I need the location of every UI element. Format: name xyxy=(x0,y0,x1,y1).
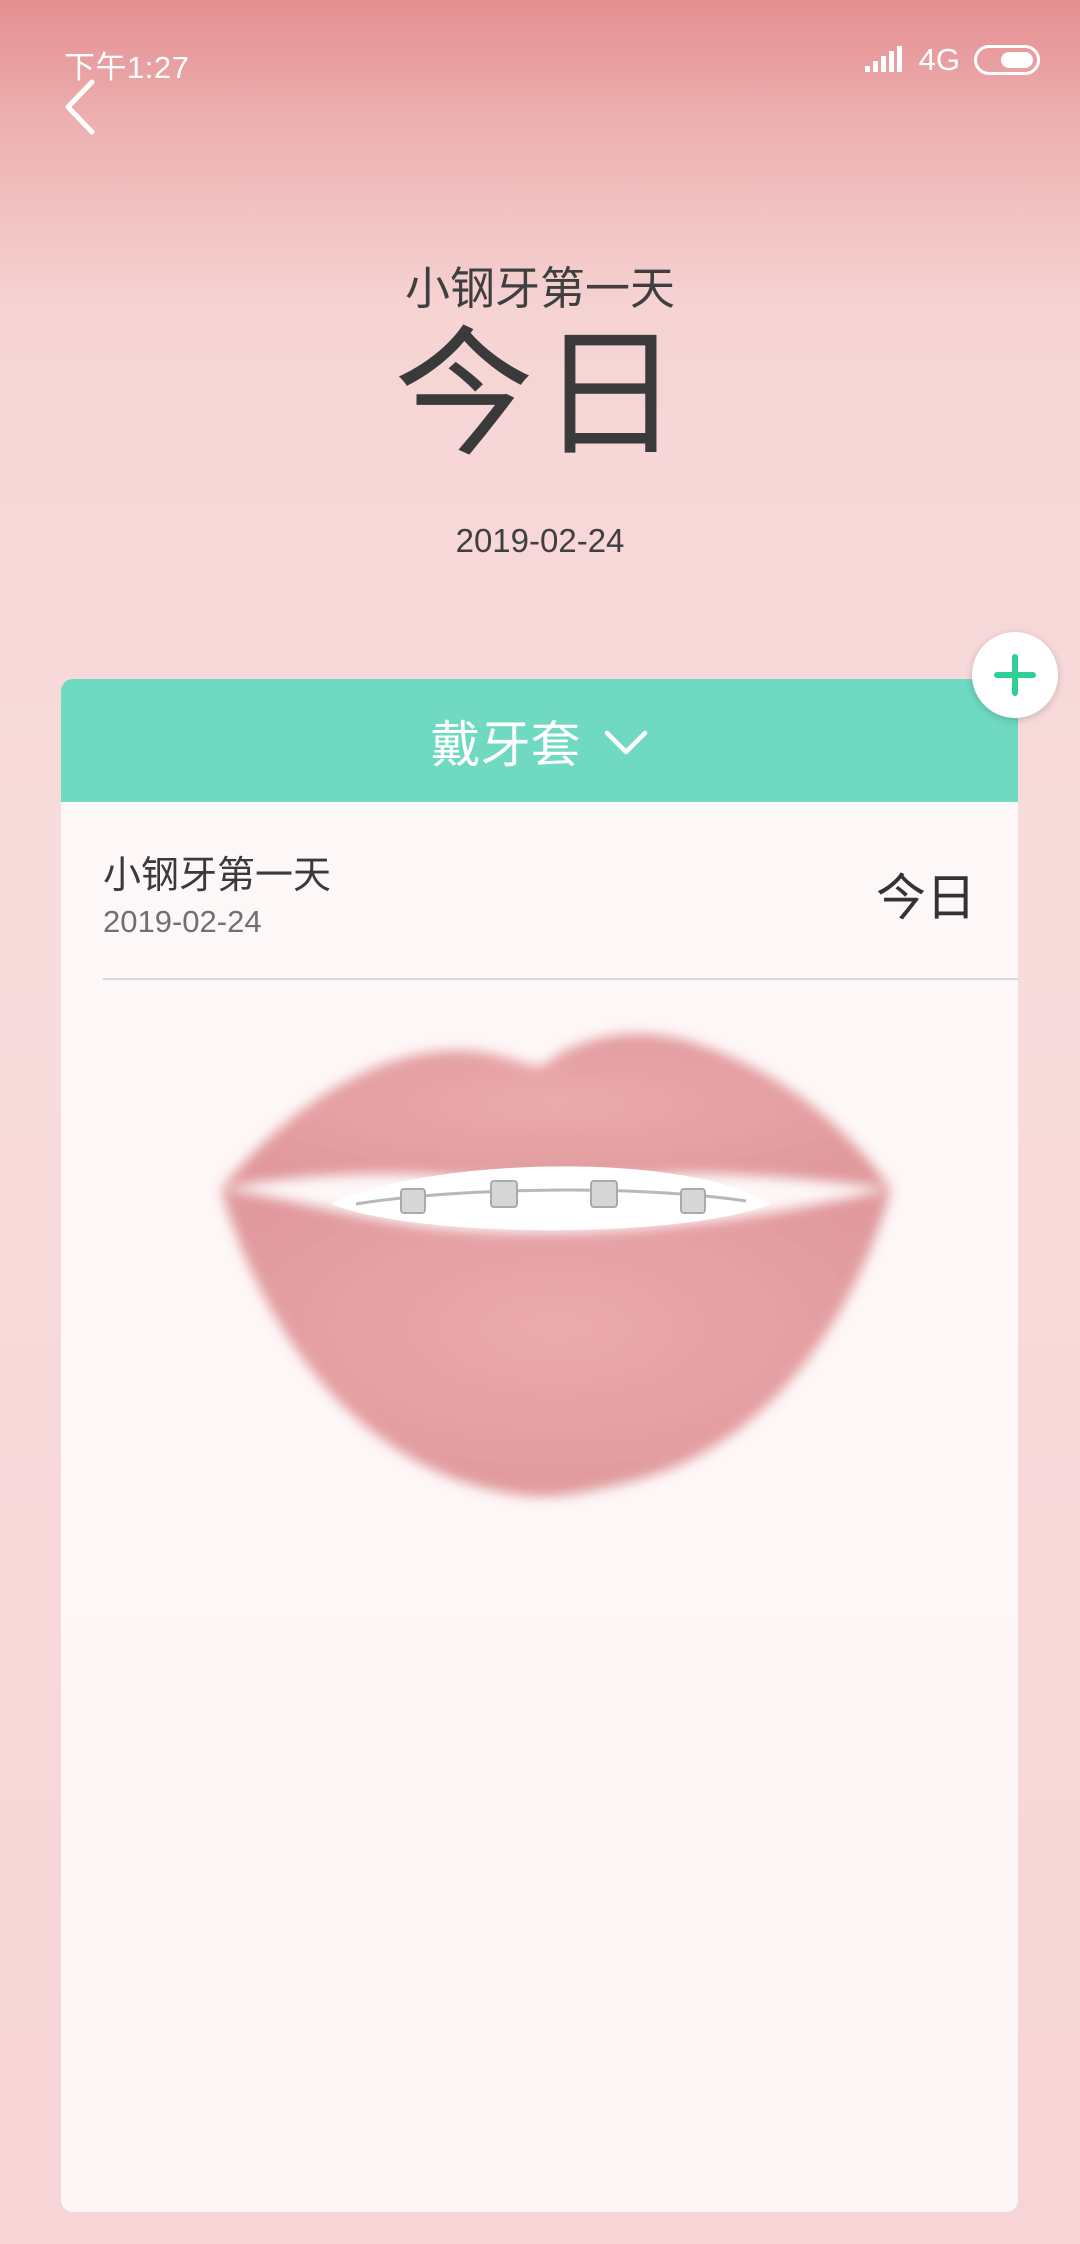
event-card: 戴牙套 小钢牙第一天 2019-02-24 今日 xyxy=(61,679,1018,2212)
event-date: 2019-02-24 xyxy=(455,522,625,559)
category-label: 戴牙套 xyxy=(430,716,581,773)
list-item[interactable]: 小钢牙第一天 2019-02-24 今日 xyxy=(103,802,1018,980)
category-dropdown[interactable]: 戴牙套 xyxy=(61,679,1018,802)
network-label: 4G xyxy=(918,42,960,77)
add-button[interactable] xyxy=(972,632,1058,718)
status-bar: 下午1:27 4G xyxy=(64,38,1042,88)
signal-icon xyxy=(864,46,905,74)
lips-braces-image xyxy=(221,1033,891,1497)
battery-icon xyxy=(974,45,1042,75)
item-status: 今日 xyxy=(876,870,976,926)
event-day-label: 今日 xyxy=(393,316,686,473)
chevron-down-icon xyxy=(603,712,649,770)
event-subtitle: 小钢牙第一天 xyxy=(404,263,675,314)
back-button[interactable] xyxy=(58,76,108,138)
chevron-left-icon xyxy=(65,79,95,135)
status-indicators: 4G xyxy=(864,42,1042,78)
plus-icon xyxy=(994,654,1036,696)
item-date: 2019-02-24 xyxy=(103,904,262,939)
item-title: 小钢牙第一天 xyxy=(103,855,332,897)
